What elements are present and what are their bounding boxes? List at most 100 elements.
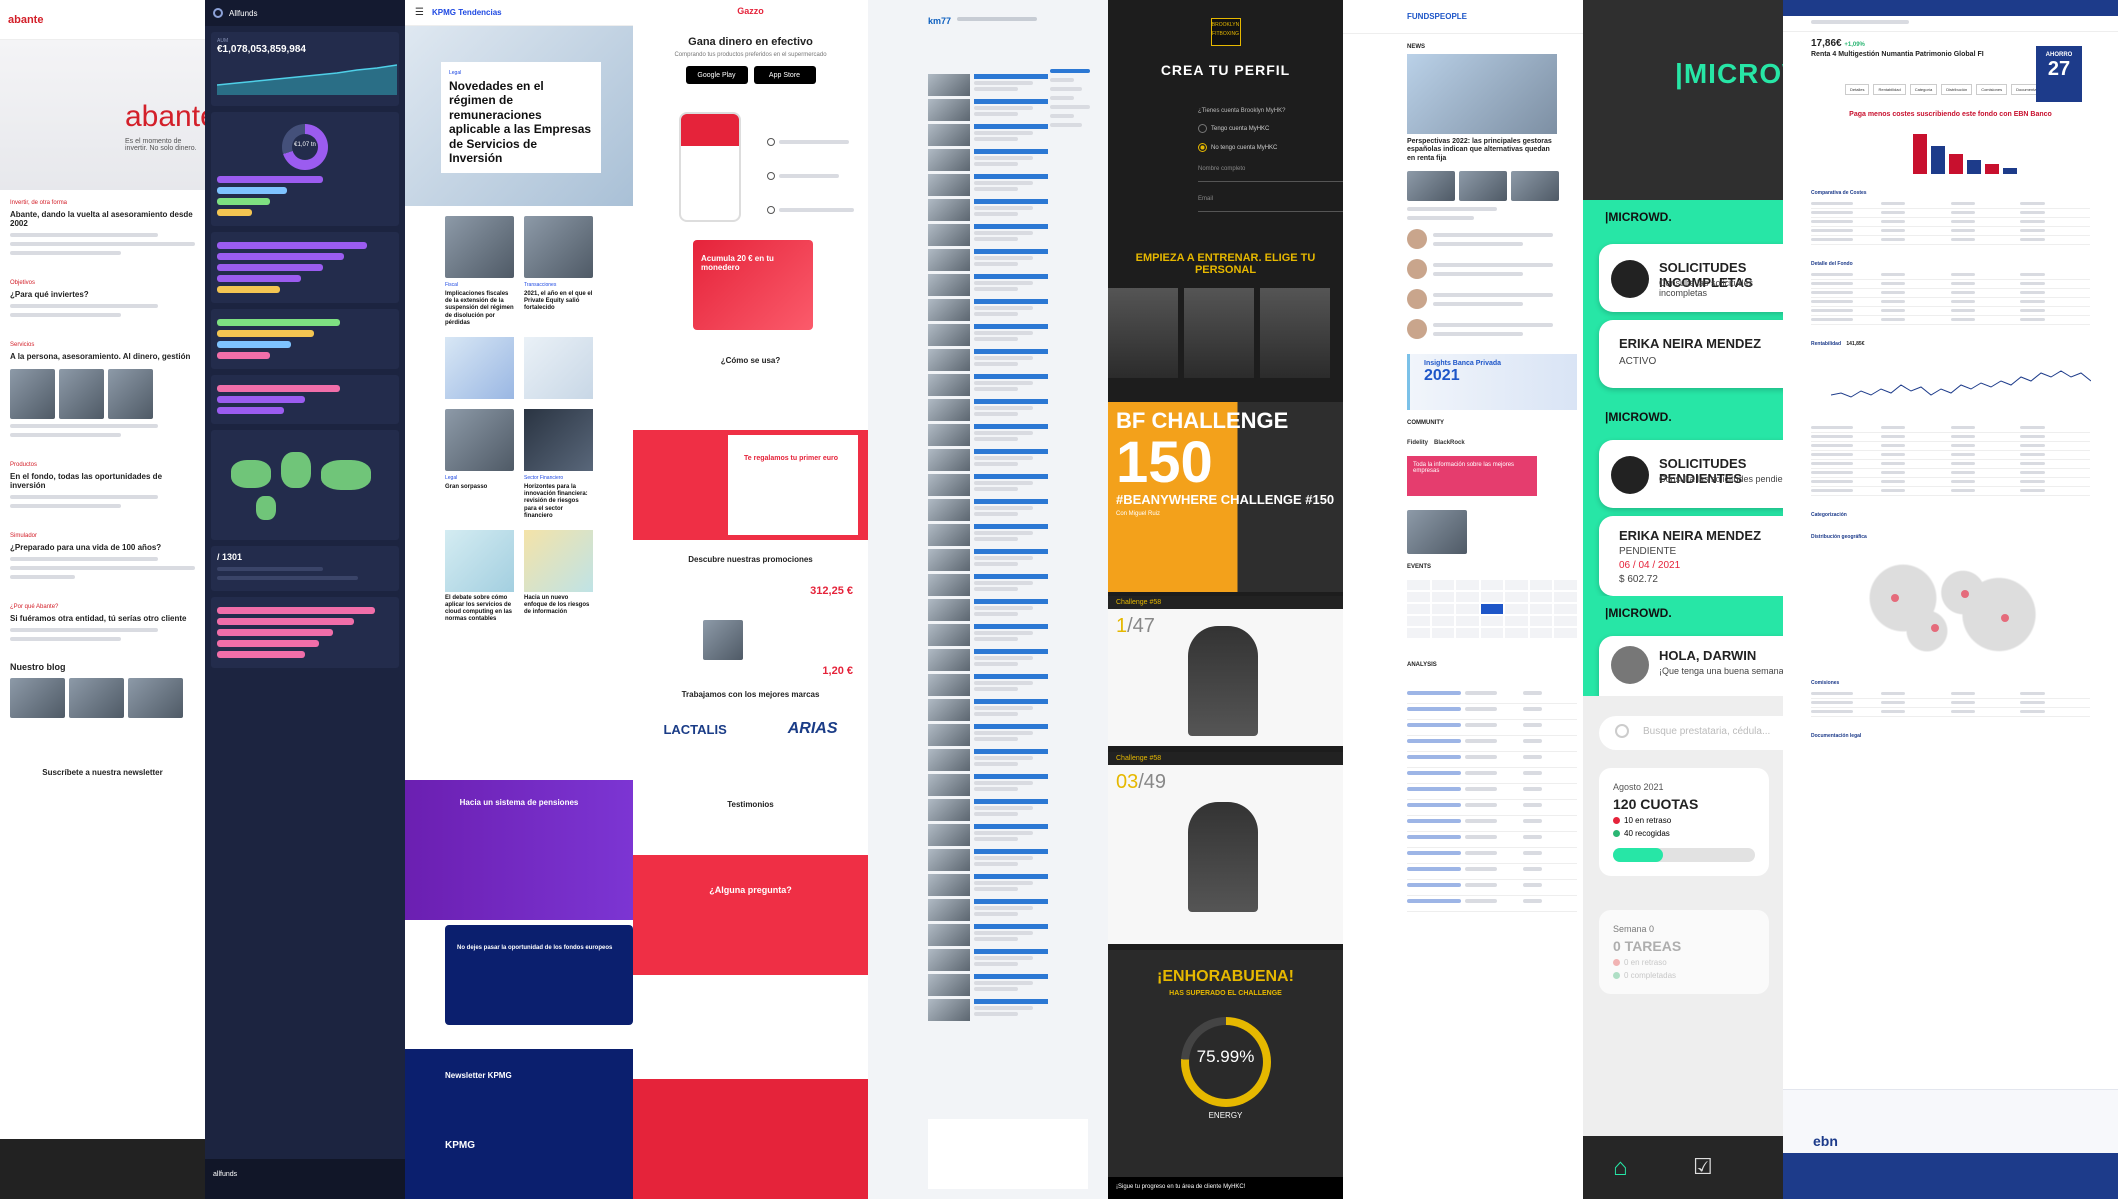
car-news-row[interactable] — [928, 799, 1048, 821]
google-play-button[interactable]: Google Play — [685, 66, 748, 84]
car-news-row[interactable] — [928, 724, 1048, 746]
search-input[interactable]: Busque prestataria, cédula... — [1599, 716, 1783, 750]
car-news-row[interactable] — [928, 299, 1048, 321]
calendar-day[interactable] — [1529, 580, 1553, 591]
abante-logo[interactable]: abante — [8, 14, 43, 26]
calendar-day[interactable] — [1505, 628, 1528, 639]
car-image[interactable] — [928, 899, 970, 921]
calendar-day[interactable] — [1554, 604, 1577, 615]
car-news-row[interactable] — [928, 424, 1048, 446]
car-image[interactable] — [928, 849, 970, 871]
car-news-row[interactable] — [928, 74, 1048, 96]
car-news-row[interactable] — [928, 574, 1048, 596]
car-news-row[interactable] — [928, 949, 1048, 971]
calendar-day[interactable] — [1554, 616, 1577, 627]
table-row[interactable] — [1407, 880, 1577, 897]
table-row[interactable] — [1407, 832, 1577, 849]
car-image[interactable] — [928, 649, 970, 671]
car-image[interactable] — [928, 399, 970, 421]
article-card[interactable]: Transacciones 2021, el año en el que el … — [524, 216, 593, 327]
car-news-row[interactable] — [928, 199, 1048, 221]
kpmg-brand[interactable]: KPMG Tendencias — [432, 8, 502, 17]
fees-heading[interactable]: Comisiones — [1811, 680, 2118, 686]
news-thumb[interactable] — [1407, 171, 1455, 202]
opinion-item[interactable] — [1407, 316, 1583, 342]
borrower-card[interactable]: ERIKA NEIRA MENDEZ ACTIVO — [1599, 320, 1783, 388]
partner-logo[interactable]: Fidelity — [1407, 440, 1428, 446]
insights-banner[interactable]: Insights Banca Privada 2021 — [1407, 354, 1577, 411]
calendar-day[interactable] — [1480, 592, 1504, 603]
product-image[interactable] — [703, 620, 743, 660]
car-news-row[interactable] — [928, 149, 1048, 171]
car-image[interactable] — [928, 274, 970, 296]
gazzo-logo[interactable]: Gazzo — [737, 6, 764, 16]
docs-heading[interactable]: Documentación legal — [1811, 733, 2118, 739]
opinion-item[interactable] — [1407, 256, 1583, 282]
car-news-row[interactable] — [928, 374, 1048, 396]
calendar-day[interactable] — [1554, 580, 1577, 591]
returns-heading[interactable]: Rentabilidad 141,85€ — [1811, 341, 2118, 347]
car-news-row[interactable] — [928, 99, 1048, 121]
table-row[interactable] — [1407, 720, 1577, 737]
clipboard-icon[interactable]: ☑ — [1693, 1154, 1713, 1180]
car-news-row[interactable] — [928, 924, 1048, 946]
article-card[interactable]: Fiscal Implicaciones fiscales de la exte… — [445, 216, 514, 327]
app-store-button[interactable]: App Store — [753, 66, 816, 84]
car-news-row[interactable] — [928, 449, 1048, 471]
opinion-item[interactable] — [1407, 226, 1583, 252]
blog-image[interactable] — [128, 678, 183, 718]
hero-card[interactable]: Legal Novedades en el régimen de remuner… — [441, 62, 601, 174]
article-card[interactable]: Sector Financiero Horizontes para la inn… — [524, 408, 593, 520]
table-row[interactable] — [1407, 752, 1577, 769]
car-news-row[interactable] — [928, 849, 1048, 871]
car-image[interactable] — [928, 449, 970, 471]
home-icon[interactable]: ⌂ — [1613, 1154, 1628, 1182]
car-image[interactable] — [928, 499, 970, 521]
tab-fees[interactable]: Comisiones — [1976, 84, 2008, 95]
car-news-row[interactable] — [928, 124, 1048, 146]
car-news-row[interactable] — [928, 224, 1048, 246]
companies-banner[interactable]: Toda la información sobre las mejores em… — [1407, 456, 1537, 497]
name-field[interactable]: Nombre completo — [1198, 166, 1343, 182]
calendar-day[interactable] — [1431, 592, 1455, 603]
calendar-day[interactable] — [1456, 580, 1479, 591]
service-image[interactable] — [10, 369, 55, 419]
wallet-promo[interactable]: Acumula 20 € en tu monedero — [693, 240, 813, 330]
trainer-card[interactable] — [1184, 288, 1254, 378]
geo-heading[interactable]: Distribución geográfica — [1811, 534, 2118, 540]
trainer-card[interactable] — [1108, 288, 1178, 378]
car-image[interactable] — [928, 299, 970, 321]
table-row[interactable] — [1407, 896, 1577, 913]
blog-image[interactable] — [10, 678, 65, 718]
calendar-day[interactable] — [1407, 604, 1430, 615]
car-news-row[interactable] — [928, 324, 1048, 346]
car-image[interactable] — [928, 624, 970, 646]
car-image[interactable] — [928, 474, 970, 496]
calendar-day[interactable] — [1480, 616, 1504, 627]
service-image[interactable] — [59, 369, 104, 419]
challenge-card[interactable]: Challenge #58 03/49 — [1108, 752, 1343, 944]
calendar-day[interactable] — [1554, 628, 1577, 639]
pending-requests-card[interactable]: SOLICITUDES PENDIENTES Consulta las soli… — [1599, 440, 1783, 508]
calendar-day[interactable] — [1529, 592, 1553, 603]
car-news-row[interactable] — [928, 974, 1048, 996]
blog-image[interactable] — [69, 678, 124, 718]
car-image[interactable] — [928, 349, 970, 371]
category-heading[interactable]: Categorización — [1811, 512, 2118, 518]
car-image[interactable] — [928, 199, 970, 221]
tab-returns[interactable]: Rentabilidad — [1873, 84, 1906, 95]
table-row[interactable] — [1407, 816, 1577, 833]
calendar-day[interactable] — [1456, 592, 1479, 603]
calendar-day[interactable] — [1407, 616, 1430, 627]
calendar-day[interactable] — [1505, 604, 1528, 615]
car-image[interactable] — [928, 74, 970, 96]
opinion-item[interactable] — [1407, 286, 1583, 312]
car-image[interactable] — [928, 674, 970, 696]
table-row[interactable] — [1407, 704, 1577, 721]
car-news-row[interactable] — [928, 174, 1048, 196]
tab-details[interactable]: Detalles — [1845, 84, 1870, 95]
tab-distribution[interactable]: Distribución — [1941, 84, 1973, 95]
calendar-day[interactable] — [1407, 592, 1430, 603]
calendar-day[interactable] — [1431, 616, 1455, 627]
calendar-day[interactable] — [1431, 580, 1455, 591]
